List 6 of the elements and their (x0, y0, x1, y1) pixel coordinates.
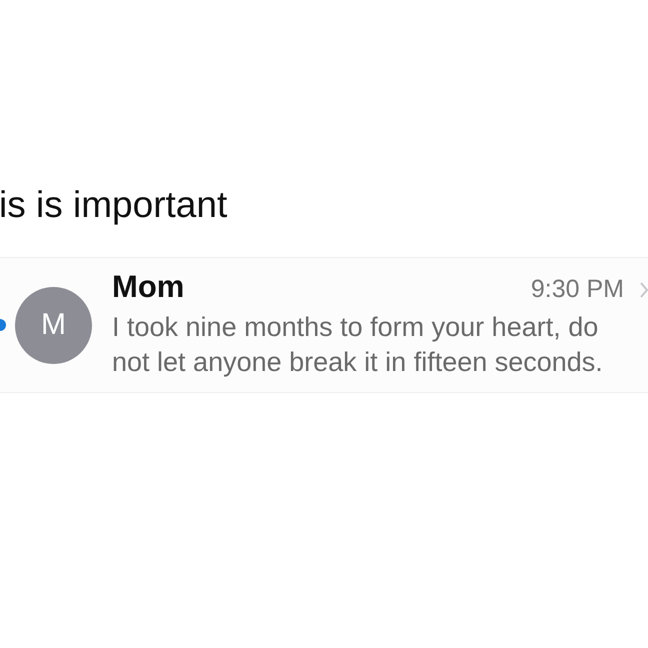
message-row[interactable]: M Mom 9:30 PM I took nine months to form your heart, do not let anyone break it in fifteen seconds. (0, 257, 648, 393)
message-preview: I took nine months to form your heart, do not let anyone break it in fifteen seconds. (112, 311, 604, 379)
page-heading: is is important (0, 183, 228, 227)
message-time: 9:30 PM (530, 274, 624, 304)
sender-name: Mom (112, 270, 184, 304)
chevron-icon (640, 282, 648, 298)
